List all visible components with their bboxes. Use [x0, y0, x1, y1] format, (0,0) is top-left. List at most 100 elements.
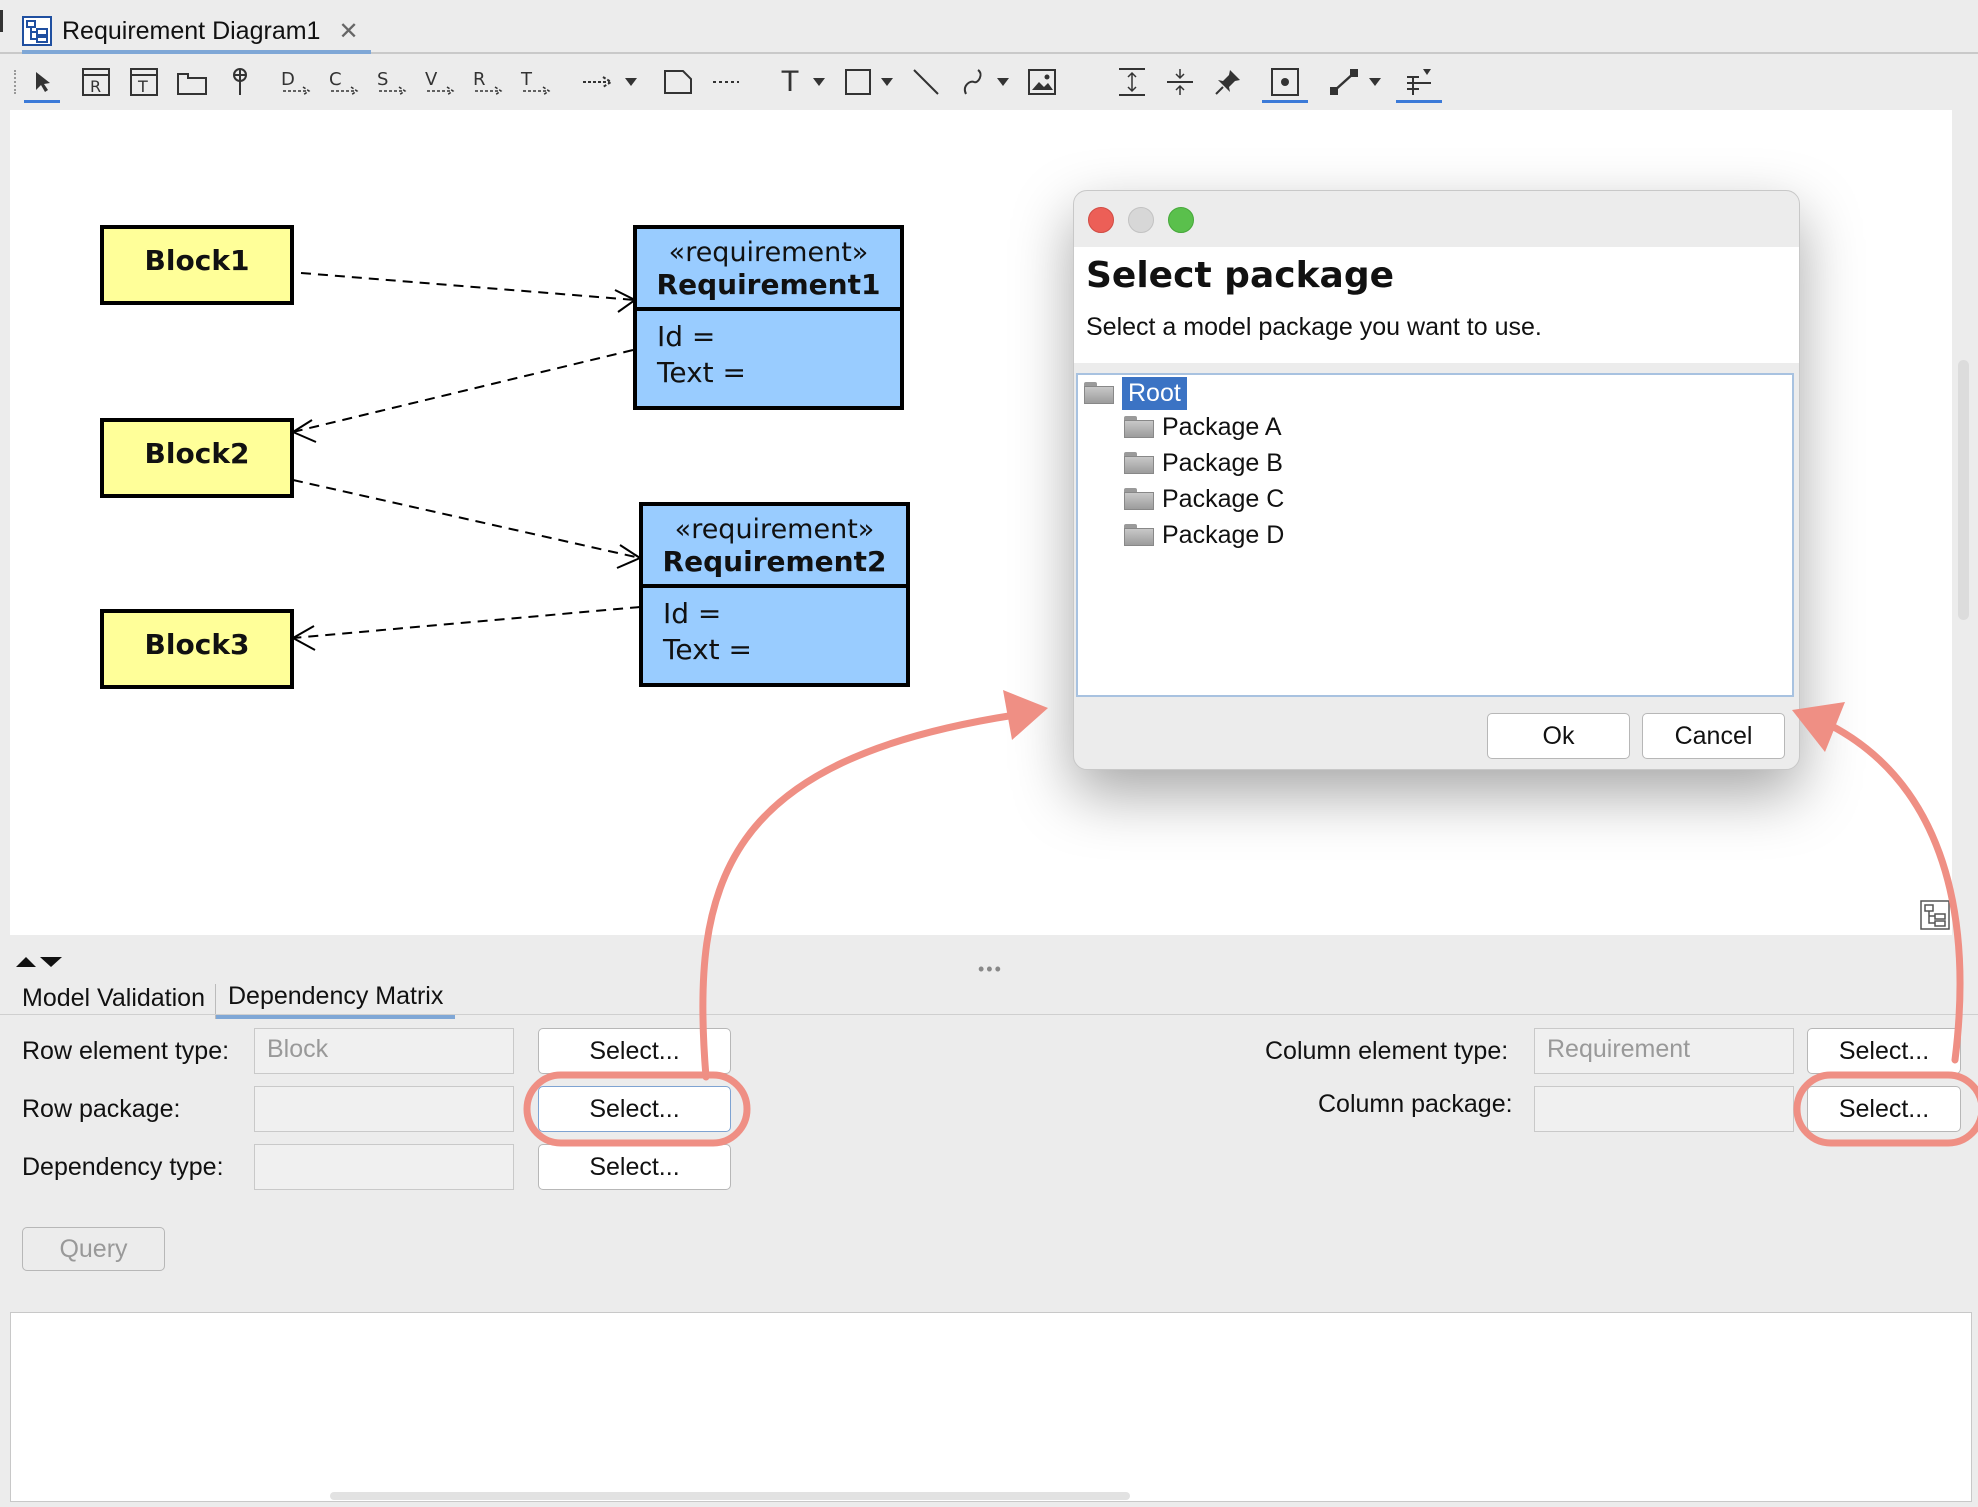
- dialog-title: Select package: [1086, 255, 1395, 296]
- arrowhead-requirement2: [616, 544, 643, 569]
- svg-text:R: R: [90, 77, 101, 96]
- panel-tabs: Model Validation Dependency Matrix: [10, 979, 456, 1019]
- block3-label: Block3: [144, 628, 250, 661]
- row-element-type-select-button[interactable]: Select...: [538, 1028, 731, 1074]
- curve-dropdown-button[interactable]: [994, 64, 1012, 100]
- text-dropdown-button[interactable]: [810, 64, 828, 100]
- svg-text:T: T: [520, 69, 533, 90]
- dependency-type-field: [254, 1144, 514, 1190]
- refine-tool-button[interactable]: R: [470, 64, 506, 100]
- dialog-subtitle: Select a model package you want to use.: [1086, 313, 1542, 341]
- containment-tool-button[interactable]: [222, 64, 258, 100]
- row-element-type-field: Block: [254, 1028, 514, 1074]
- column-package-label: Column package:: [1318, 1090, 1513, 1118]
- column-element-type-label: Column element type:: [1265, 1037, 1509, 1065]
- tree-node-package-d[interactable]: Package D: [1124, 519, 1284, 551]
- package-icon: [177, 73, 207, 95]
- derive-tool-button[interactable]: D: [278, 64, 314, 100]
- text-tool-button[interactable]: T: [772, 64, 808, 100]
- requirement-tool-button[interactable]: R: [78, 64, 114, 100]
- tab-requirement-diagram1[interactable]: Requirement Diagram1 ✕: [22, 12, 371, 54]
- satisfy-tool-button[interactable]: S: [374, 64, 410, 100]
- curve-icon: [964, 69, 982, 95]
- connector-style-dropdown-button[interactable]: [1366, 64, 1384, 100]
- ok-button[interactable]: Ok: [1487, 713, 1630, 759]
- svg-text:T: T: [137, 77, 148, 96]
- tree-node-package-c[interactable]: Package C: [1124, 483, 1284, 515]
- test-case-tool-button[interactable]: T: [126, 64, 162, 100]
- block1-label: Block1: [144, 244, 250, 277]
- cancel-button[interactable]: Cancel: [1642, 713, 1785, 759]
- zoom-window-button[interactable]: [1168, 207, 1194, 233]
- vertical-scrollbar[interactable]: [1958, 360, 1969, 620]
- arrowhead-requirement1: [614, 289, 637, 313]
- tree-node-label: Package D: [1162, 520, 1285, 549]
- requirement-diagram-icon: [22, 16, 52, 46]
- block2-node[interactable]: Block2: [100, 418, 294, 498]
- chevron-down-icon: [1369, 78, 1381, 86]
- expand-vertical-button[interactable]: [1114, 64, 1150, 100]
- close-tab-icon[interactable]: ✕: [338, 17, 358, 46]
- dependency-type-select-button[interactable]: Select...: [538, 1144, 731, 1190]
- query-button[interactable]: Query: [22, 1227, 165, 1271]
- overview-button[interactable]: [1920, 900, 1950, 930]
- results-area[interactable]: [10, 1312, 1972, 1502]
- column-package-select-button[interactable]: Select...: [1807, 1086, 1961, 1132]
- block1-node[interactable]: Block1: [100, 225, 294, 305]
- dependency-arrow-icon: [583, 76, 613, 88]
- requirement1-node[interactable]: «requirement» Requirement1 Id = Text =: [633, 225, 904, 410]
- column-element-type-select-button[interactable]: Select...: [1807, 1028, 1961, 1074]
- block3-node[interactable]: Block3: [100, 609, 294, 689]
- requirement2-to-block3-dependency: [292, 606, 641, 639]
- requirement2-node[interactable]: «requirement» Requirement2 Id = Text =: [639, 502, 910, 687]
- test-case-tool-icon: T: [130, 68, 158, 96]
- package-tool-button[interactable]: [174, 64, 210, 100]
- image-tool-button[interactable]: [1024, 64, 1060, 100]
- pin-button[interactable]: [1210, 64, 1246, 100]
- tree-node-package-a[interactable]: Package A: [1124, 411, 1282, 443]
- connector-style-icon: [1330, 69, 1358, 95]
- satisfy-icon: S: [377, 69, 407, 96]
- line-tool-button[interactable]: [908, 64, 944, 100]
- row-element-type-label: Row element type:: [22, 1037, 230, 1065]
- requirement2-stereotype: «requirement»: [674, 514, 875, 545]
- collapse-vertical-button[interactable]: [1162, 64, 1198, 100]
- block1-to-requirement1-dependency: [300, 272, 636, 301]
- column-package-field: [1534, 1086, 1794, 1132]
- svg-text:R: R: [473, 69, 486, 90]
- trace-tool-button[interactable]: T: [518, 64, 554, 100]
- close-window-button[interactable]: [1088, 207, 1114, 233]
- shape-dropdown-button[interactable]: [878, 64, 896, 100]
- layout-button[interactable]: [1396, 64, 1442, 103]
- snap-to-center-button[interactable]: [1262, 64, 1308, 103]
- dashed-line-icon: [713, 81, 739, 83]
- tree-node-root[interactable]: Root: [1084, 376, 1187, 410]
- svg-text:S: S: [377, 69, 388, 90]
- rectangle-tool-button[interactable]: [840, 64, 876, 100]
- verify-tool-button[interactable]: V: [422, 64, 458, 100]
- copy-tool-button[interactable]: C: [326, 64, 362, 100]
- tree-node-label: Package A: [1162, 412, 1282, 441]
- curve-tool-button[interactable]: [956, 64, 992, 100]
- panel-resize-arrows-icon[interactable]: [14, 955, 66, 969]
- anchor-tool-button[interactable]: [708, 64, 744, 100]
- line-icon: [913, 69, 939, 95]
- note-tool-button[interactable]: [660, 64, 696, 100]
- dependency-tool-button[interactable]: [580, 64, 616, 100]
- row-package-field: [254, 1086, 514, 1132]
- overview-icon: [1920, 900, 1950, 930]
- row-package-select-button[interactable]: Select...: [538, 1086, 731, 1132]
- pointer-tool-button[interactable]: [24, 64, 60, 103]
- minimize-window-button[interactable]: [1128, 207, 1154, 233]
- tree-node-package-b[interactable]: Package B: [1124, 447, 1283, 479]
- requirement1-text: Text =: [657, 356, 746, 389]
- dependency-dropdown-button[interactable]: [622, 64, 640, 100]
- package-tree[interactable]: Root Package A Package B Package C Packa…: [1076, 373, 1794, 697]
- connector-style-button[interactable]: [1326, 64, 1362, 100]
- panel-divider: [0, 1014, 1978, 1015]
- results-scrollbar[interactable]: [330, 1492, 1130, 1500]
- splitter-handle[interactable]: •••: [978, 959, 1003, 980]
- collapse-vertical-icon: [1167, 69, 1193, 95]
- expand-vertical-icon: [1119, 68, 1145, 96]
- requirement1-name: Requirement1: [656, 268, 881, 301]
